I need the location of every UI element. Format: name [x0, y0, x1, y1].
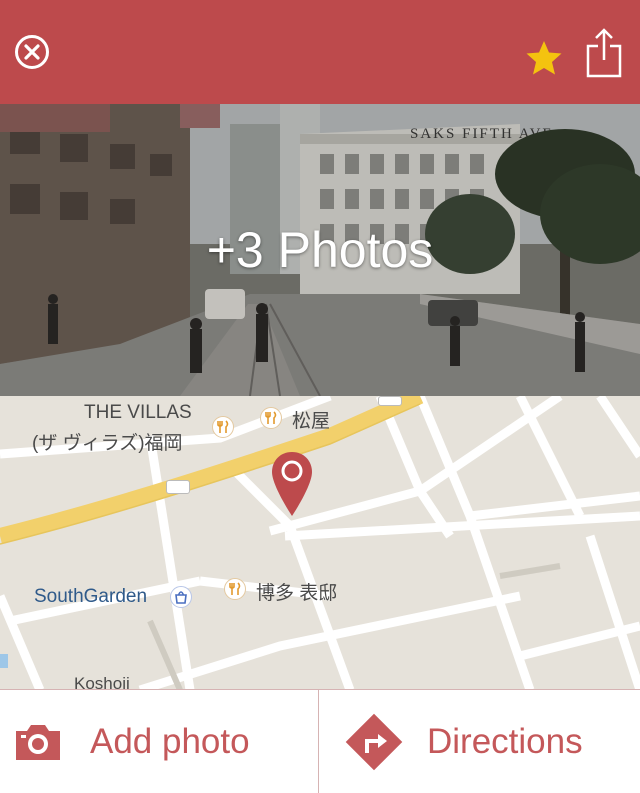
directions-label: Directions — [427, 721, 583, 761]
photo-count-label: +3 Photos — [206, 222, 434, 278]
map-label-southgarden: SouthGarden — [34, 586, 148, 607]
map-label-villas: THE VILLAS — [84, 402, 192, 423]
location-map[interactable]: THE VILLAS (ザ ヴィラズ)福岡 松屋 SouthGarden 博多 … — [0, 396, 640, 690]
close-icon — [15, 35, 49, 69]
map-label-villas-jp: (ザ ヴィラズ)福岡 — [32, 433, 183, 454]
shopping-poi-icon[interactable] — [170, 586, 192, 608]
restaurant-poi-icon[interactable] — [260, 407, 282, 429]
location-pin-icon[interactable] — [270, 450, 314, 518]
action-bar: Add photo Directions — [0, 689, 640, 793]
map-label-hakata: 博多 表邸 — [256, 583, 338, 604]
share-button[interactable] — [584, 26, 624, 80]
close-button[interactable] — [14, 34, 50, 70]
restaurant-poi-icon[interactable] — [212, 416, 234, 438]
place-photo[interactable]: SAKS FIFTH AVE +3 Photos — [0, 104, 640, 396]
add-photo-label: Add photo — [90, 721, 250, 761]
favorite-button[interactable] — [524, 38, 564, 78]
directions-icon — [345, 713, 403, 770]
share-icon — [586, 28, 622, 78]
map-label-koshoji: Koshoji — [74, 674, 130, 690]
photo-count-overlay[interactable]: +3 Photos — [0, 104, 640, 396]
road-shield-icon — [166, 480, 190, 494]
top-bar — [0, 0, 640, 104]
add-photo-button[interactable]: Add photo — [0, 690, 318, 793]
camera-icon — [16, 724, 60, 760]
directions-button[interactable]: Directions — [319, 690, 640, 793]
road-shield-icon — [378, 396, 402, 406]
map-label-matsuya: 松屋 — [292, 411, 331, 432]
star-icon — [526, 41, 562, 75]
restaurant-poi-icon[interactable] — [224, 578, 246, 600]
